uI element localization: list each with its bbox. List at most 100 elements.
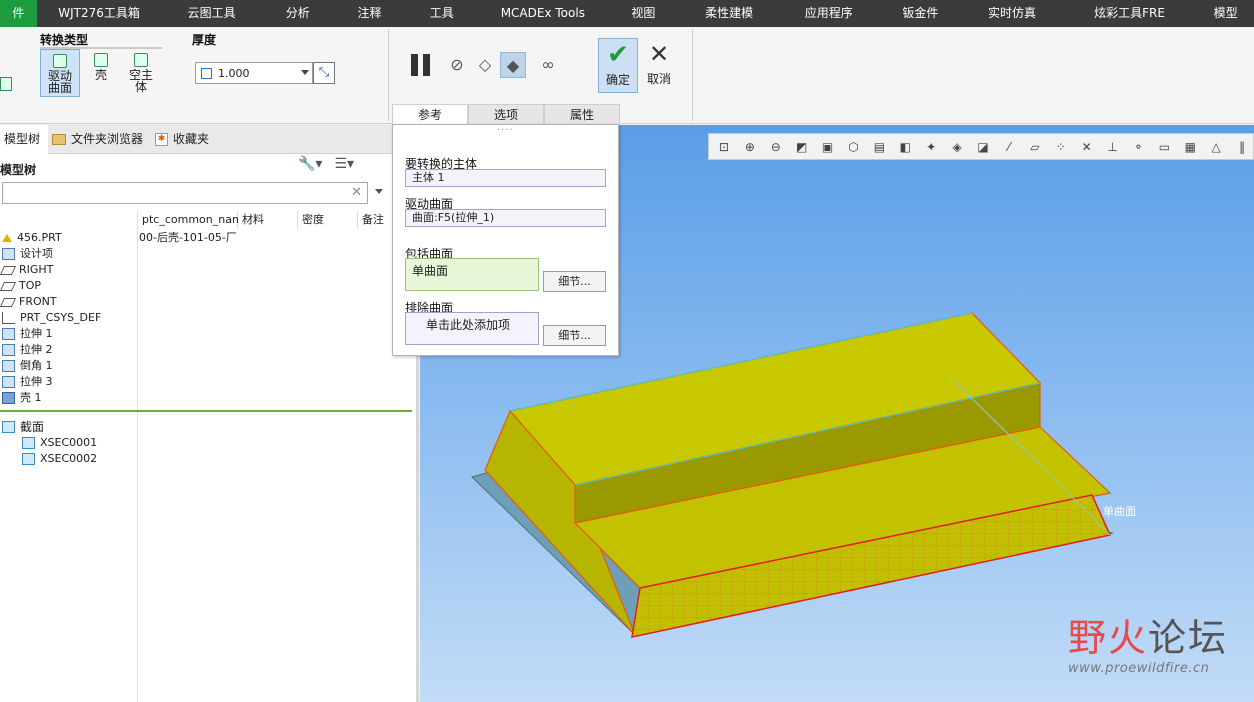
layers-icon[interactable]: ▭ bbox=[1153, 136, 1175, 158]
menu-bar: 件 WJT276工具箱 云图工具 分析 注释 工具 MCADEx Tools 视… bbox=[0, 0, 1254, 27]
view-toolbar: ⊡ ⊕ ⊖ ◩ ▣ ⬡ ▤ ◧ ✦ ◈ ◪ ⁄ ▱ ⁘ ✕ ⊥ ⚬ ▭ ▦ △ … bbox=[708, 133, 1254, 160]
zoom-out-icon[interactable]: ⊖ bbox=[765, 136, 787, 158]
tab-favorites[interactable]: ✱ 收藏夹 bbox=[151, 125, 217, 154]
watermark-logo-part2: 论坛 bbox=[1148, 616, 1229, 660]
datum-point-icon[interactable]: ⁘ bbox=[1050, 136, 1072, 158]
no-preview-icon[interactable]: ⊘ bbox=[444, 52, 470, 78]
pause-icon[interactable] bbox=[411, 54, 433, 76]
menu-realtime-sim[interactable]: 实时仿真 bbox=[962, 0, 1062, 27]
repaint-icon[interactable]: ◩ bbox=[791, 136, 813, 158]
convert-type-title: 转换类型 bbox=[40, 33, 89, 47]
display-style-icon[interactable]: ▣ bbox=[817, 136, 839, 158]
menu-color-tools[interactable]: 炫彩工具FRE bbox=[1062, 0, 1197, 27]
tree-row[interactable]: XSEC0001 bbox=[22, 435, 97, 451]
ok-button[interactable]: ✔ 确定 bbox=[598, 38, 638, 93]
tree-row[interactable]: 拉伸 2 bbox=[2, 342, 53, 358]
search-input[interactable]: ✕ bbox=[2, 182, 368, 204]
thickness-combo[interactable]: 1.000 bbox=[195, 62, 313, 84]
tree-row-sections[interactable]: 截面 bbox=[2, 419, 44, 435]
preview-frame-icon[interactable]: ◇ bbox=[472, 52, 498, 78]
view-manager-icon[interactable]: ▤ bbox=[868, 136, 890, 158]
chevron-down-icon[interactable] bbox=[375, 189, 383, 194]
tree-label: 拉伸 2 bbox=[20, 343, 53, 356]
drag-handle[interactable]: ···· bbox=[497, 125, 514, 136]
tree-row[interactable]: PRT_CSYS_DEF bbox=[2, 310, 101, 326]
tree-label: PRT_CSYS_DEF bbox=[20, 311, 102, 324]
glasses-icon[interactable]: ∞ bbox=[535, 52, 561, 78]
tree-row-root[interactable]: 456.PRT bbox=[2, 230, 62, 246]
tab-references[interactable]: 参考 bbox=[392, 104, 468, 124]
shell-button[interactable]: 壳 bbox=[84, 49, 118, 97]
menu-annotate[interactable]: 注释 bbox=[334, 0, 406, 27]
feature-tabs: 参考 选项 属性 bbox=[392, 104, 620, 124]
datum-csys-icon[interactable]: ⊥ bbox=[1102, 136, 1124, 158]
drive-surface-button[interactable]: 驱动曲面 bbox=[40, 49, 80, 97]
tree-label: XSEC0001 bbox=[40, 436, 98, 449]
zoom-in-icon[interactable]: ⊕ bbox=[739, 136, 761, 158]
csys-display-icon[interactable]: ✕ bbox=[1076, 136, 1098, 158]
clear-icon[interactable]: ✕ bbox=[351, 185, 362, 200]
preview-solid-icon[interactable]: ◆ bbox=[500, 52, 526, 78]
perspective-icon[interactable]: ◧ bbox=[894, 136, 916, 158]
include-surfaces-collector[interactable]: 单曲面 bbox=[405, 258, 539, 291]
collapsed-group-icon[interactable] bbox=[0, 77, 12, 91]
tree-row[interactable]: FRONT bbox=[0, 294, 57, 310]
spin-center-icon[interactable]: ✦ bbox=[920, 136, 942, 158]
tab-properties[interactable]: 属性 bbox=[544, 104, 620, 124]
tree-settings-icon[interactable]: 🔧▾ bbox=[298, 156, 322, 172]
column-material[interactable]: 材料 bbox=[238, 211, 298, 229]
column-common-name[interactable]: ptc_common_name bbox=[138, 211, 249, 229]
section-icon bbox=[2, 421, 15, 433]
column-density[interactable]: 密度 bbox=[298, 211, 358, 229]
tree-row[interactable]: RIGHT bbox=[0, 262, 53, 278]
tree-columns-icon[interactable]: ☰▾ bbox=[334, 156, 354, 172]
render-icon[interactable]: ▦ bbox=[1179, 136, 1201, 158]
tree-row[interactable]: 倒角 1 bbox=[2, 358, 53, 374]
tab-folder-browser[interactable]: 文件夹浏览器 bbox=[48, 125, 151, 154]
menu-flexible-modeling[interactable]: 柔性建模 bbox=[679, 0, 779, 27]
chevron-down-icon[interactable] bbox=[301, 70, 309, 75]
menu-mcadex-tools[interactable]: MCADEx Tools bbox=[478, 0, 607, 27]
annotation-icon[interactable]: ◪ bbox=[972, 136, 994, 158]
menu-file[interactable]: 件 bbox=[0, 0, 37, 27]
menu-sheetmetal[interactable]: 钣金件 bbox=[879, 0, 963, 27]
datum-axis-icon[interactable]: ⁄ bbox=[998, 136, 1020, 158]
saved-views-icon[interactable]: ⬡ bbox=[843, 136, 865, 158]
tree-label: 设计项 bbox=[20, 247, 53, 260]
empty-body-button[interactable]: 空主体 bbox=[124, 49, 158, 97]
menu-analysis[interactable]: 分析 bbox=[262, 0, 334, 27]
cancel-button[interactable]: ✕ 取消 bbox=[641, 38, 677, 93]
more-icon[interactable]: ‖ bbox=[1231, 136, 1253, 158]
menu-cloud-tools[interactable]: 云图工具 bbox=[161, 0, 262, 27]
menu-wjt-toolbox[interactable]: WJT276工具箱 bbox=[37, 0, 162, 27]
tree-label: 456.PRT bbox=[17, 231, 62, 244]
body-field[interactable]: 主体 1 bbox=[405, 169, 606, 187]
tree-label: 倒角 1 bbox=[20, 359, 53, 372]
tree-row[interactable]: 设计项 bbox=[2, 246, 53, 262]
tab-model-tree[interactable]: 模型树 bbox=[0, 125, 49, 154]
exclude-details-button[interactable]: 细节... bbox=[543, 325, 606, 346]
tree-row[interactable]: 拉伸 3 bbox=[2, 374, 53, 390]
menu-view[interactable]: 视图 bbox=[608, 0, 680, 27]
tree-row[interactable]: 拉伸 1 bbox=[2, 326, 53, 342]
drive-surface-field[interactable]: 曲面:F5(拉伸_1) bbox=[405, 209, 606, 227]
exclude-surfaces-collector[interactable]: 单击此处添加项 bbox=[405, 312, 539, 345]
left-panel: 模型树 文件夹浏览器 ✱ 收藏夹 模型树 🔧▾ ☰▾ ✕ ptc_common_n… bbox=[0, 125, 419, 702]
menu-model[interactable]: 模型 bbox=[1197, 0, 1254, 27]
extrude-icon bbox=[2, 344, 15, 356]
spin-icon[interactable]: ⚬ bbox=[1128, 136, 1150, 158]
menu-applications[interactable]: 应用程序 bbox=[779, 0, 879, 27]
include-details-button[interactable]: 细节... bbox=[543, 271, 606, 292]
refit-icon[interactable]: ⊡ bbox=[713, 136, 735, 158]
part-icon bbox=[2, 234, 12, 242]
tab-options[interactable]: 选项 bbox=[468, 104, 544, 124]
tree-row[interactable]: TOP bbox=[0, 278, 41, 294]
flip-direction-button[interactable]: ⤡ bbox=[313, 62, 335, 84]
appearance-icon[interactable]: △ bbox=[1205, 136, 1227, 158]
tree-row[interactable]: XSEC0002 bbox=[22, 451, 97, 467]
section-view-icon[interactable]: ◈ bbox=[946, 136, 968, 158]
extrude-icon bbox=[2, 328, 15, 340]
tree-row[interactable]: 壳 1 bbox=[2, 390, 42, 406]
menu-tools[interactable]: 工具 bbox=[405, 0, 478, 27]
datum-plane-display-icon[interactable]: ▱ bbox=[1024, 136, 1046, 158]
